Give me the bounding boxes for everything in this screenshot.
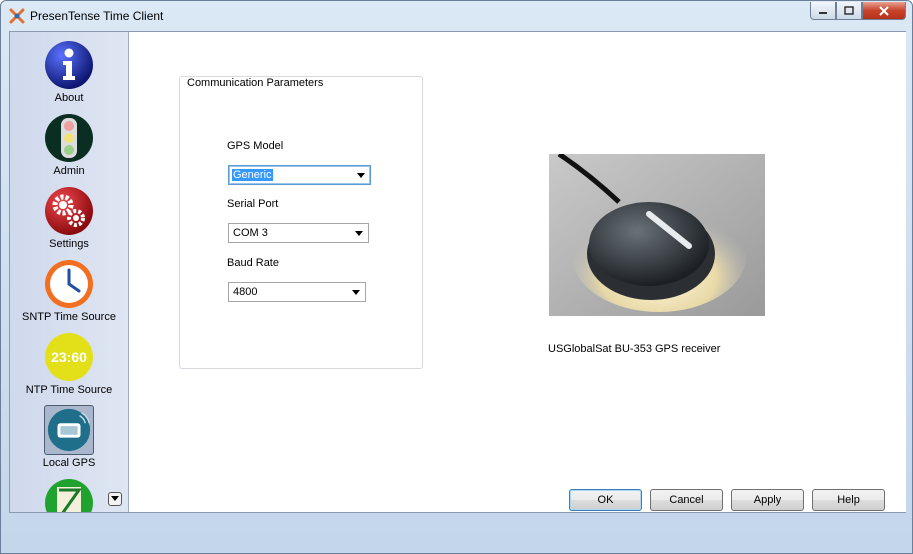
app-window: PresenTense Time Client About Admin Sett… <box>0 0 913 554</box>
serial-port-select[interactable]: COM 3 <box>228 223 369 243</box>
maximize-icon <box>844 6 854 15</box>
close-icon <box>879 5 889 16</box>
gps-receiver-photo <box>549 154 765 316</box>
app-logo-icon <box>9 8 25 24</box>
sidebar-item-label: NTP Time Source <box>25 384 113 396</box>
chevron-down-icon <box>111 496 119 501</box>
sidebar-scroll-down-button[interactable] <box>108 492 122 506</box>
ntp-badge-text: 23:60 <box>51 349 87 365</box>
baud-rate-value: 4800 <box>233 286 258 298</box>
chevron-down-icon <box>352 290 360 295</box>
sidebar: About Admin Settings SNTP Time Source 23… <box>10 32 129 512</box>
minimize-button[interactable] <box>810 2 836 20</box>
main-panel: Communication Parameters GPS Model Gener… <box>130 32 906 512</box>
sidebar-item-sntp-time-source[interactable]: SNTP Time Source <box>10 253 128 326</box>
timezone-icon <box>45 479 93 512</box>
chevron-down-icon <box>355 231 363 236</box>
sidebar-item-label: SNTP Time Source <box>22 311 116 323</box>
gears-icon <box>45 187 93 235</box>
group-legend: Communication Parameters <box>185 77 326 89</box>
gps-receiver-icon <box>44 405 94 455</box>
ntp-clock-icon: 23:60 <box>45 333 93 381</box>
sidebar-item-label: Local GPS <box>42 457 96 469</box>
sidebar-item-label: About <box>54 92 84 104</box>
help-button[interactable]: Help <box>812 489 885 511</box>
sidebar-item-ntp-time-source[interactable]: 23:60 NTP Time Source <box>10 326 128 399</box>
sidebar-item-settings[interactable]: Settings <box>10 180 128 253</box>
apply-button[interactable]: Apply <box>731 489 804 511</box>
baud-rate-select[interactable]: 4800 <box>228 282 366 302</box>
info-icon <box>45 41 93 89</box>
window-title: PresenTense Time Client <box>30 9 164 23</box>
baud-rate-label: Baud Rate <box>227 257 279 269</box>
gps-model-select[interactable]: Generic <box>228 165 371 185</box>
serial-port-label: Serial Port <box>227 198 279 210</box>
sidebar-item-admin[interactable]: Admin <box>10 107 128 180</box>
sidebar-item-label: Admin <box>53 165 85 177</box>
gps-model-value: Generic <box>232 169 273 181</box>
serial-port-value: COM 3 <box>233 227 268 239</box>
sidebar-item-local-gps[interactable]: Local GPS <box>10 399 128 472</box>
clock-icon <box>45 260 93 308</box>
sidebar-item-label: Settings <box>49 238 89 250</box>
traffic-light-icon <box>45 114 93 162</box>
title-bar[interactable]: PresenTense Time Client <box>1 1 912 31</box>
sidebar-item-about[interactable]: About <box>10 34 128 107</box>
minimize-icon <box>819 11 827 14</box>
client-area: About Admin Settings SNTP Time Source 23… <box>9 31 906 513</box>
gps-model-label: GPS Model <box>227 140 284 152</box>
photo-caption: USGlobalSat BU-353 GPS receiver <box>548 343 721 355</box>
cancel-button[interactable]: Cancel <box>650 489 723 511</box>
maximize-button[interactable] <box>836 2 862 20</box>
ok-button[interactable]: OK <box>569 489 642 511</box>
chevron-down-icon <box>357 173 365 178</box>
close-button[interactable] <box>862 2 906 20</box>
